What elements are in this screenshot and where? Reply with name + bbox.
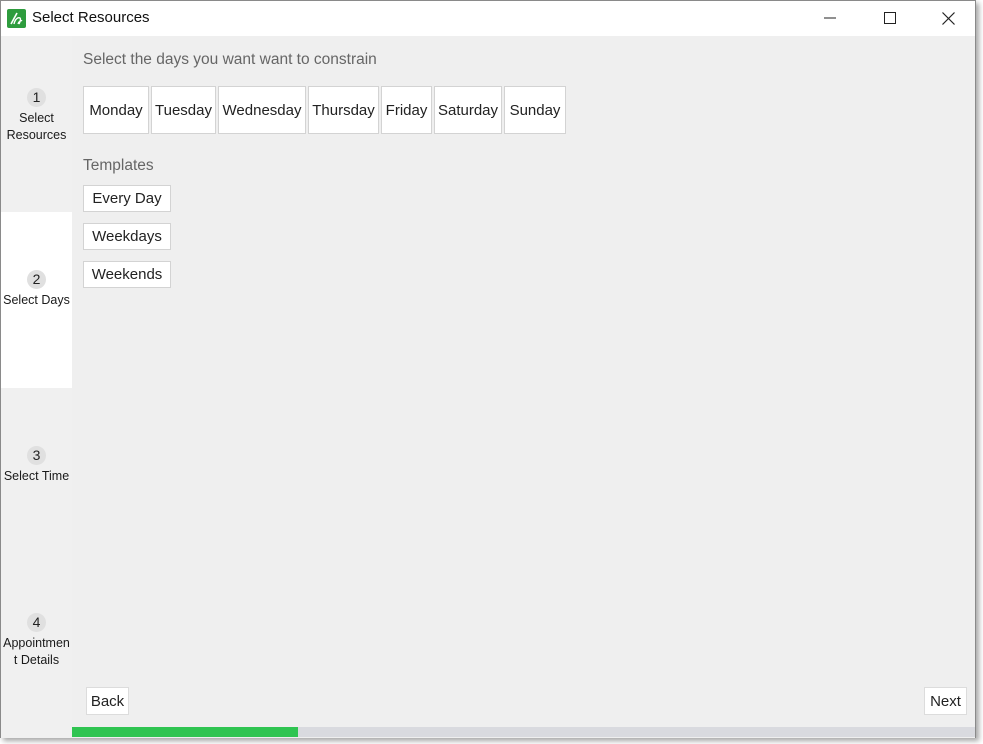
wizard-steps-sidebar: 1 Select Resources 2 Select Days 3 Selec… (1, 36, 72, 738)
next-button[interactable]: Next (924, 687, 967, 715)
day-button-monday[interactable]: Monday (83, 86, 149, 134)
step-number: 4 (27, 613, 46, 632)
step-number: 3 (27, 446, 46, 465)
step-number: 1 (27, 88, 46, 107)
window-title: Select Resources (32, 9, 150, 26)
progress-fill (72, 727, 298, 737)
step-select-resources[interactable]: 1 Select Resources (1, 36, 72, 212)
step-label: Appointmen t Details (3, 636, 70, 667)
day-button-thursday[interactable]: Thursday (308, 86, 379, 134)
title-bar: Select Resources (1, 1, 975, 35)
step-select-time[interactable]: 3 Select Time (1, 388, 72, 564)
step-number: 2 (27, 270, 46, 289)
maximize-button[interactable] (861, 1, 919, 35)
minimize-icon (824, 17, 836, 19)
close-button[interactable] (919, 1, 977, 35)
main-content: Select the days you want want to constra… (72, 36, 975, 738)
step-select-days[interactable]: 2 Select Days (1, 212, 72, 388)
back-button[interactable]: Back (86, 687, 129, 715)
step-label: Select Time (3, 469, 70, 483)
instructions-text: Select the days you want want to constra… (83, 51, 377, 68)
template-weekdays-button[interactable]: Weekdays (83, 223, 171, 250)
day-button-sunday[interactable]: Sunday (504, 86, 566, 134)
maximize-icon (884, 12, 896, 24)
step-appointment-details[interactable]: 4 Appointmen t Details (1, 564, 72, 740)
select-resources-window: Select Resources 1 Select Resources 2 Se… (0, 0, 976, 738)
wizard-progress-bar (72, 727, 975, 737)
day-button-tuesday[interactable]: Tuesday (151, 86, 216, 134)
day-selector: Monday Tuesday Wednesday Thursday Friday… (83, 86, 568, 134)
template-every-day-button[interactable]: Every Day (83, 185, 171, 212)
day-button-wednesday[interactable]: Wednesday (218, 86, 306, 134)
step-label: Select Resources (6, 111, 67, 142)
templates-heading: Templates (83, 157, 154, 174)
day-button-friday[interactable]: Friday (381, 86, 432, 134)
template-weekends-button[interactable]: Weekends (83, 261, 171, 288)
minimize-button[interactable] (801, 1, 859, 35)
app-logo-icon (7, 9, 26, 28)
step-label: Select Days (3, 293, 70, 307)
close-icon (941, 11, 955, 25)
day-button-saturday[interactable]: Saturday (434, 86, 502, 134)
